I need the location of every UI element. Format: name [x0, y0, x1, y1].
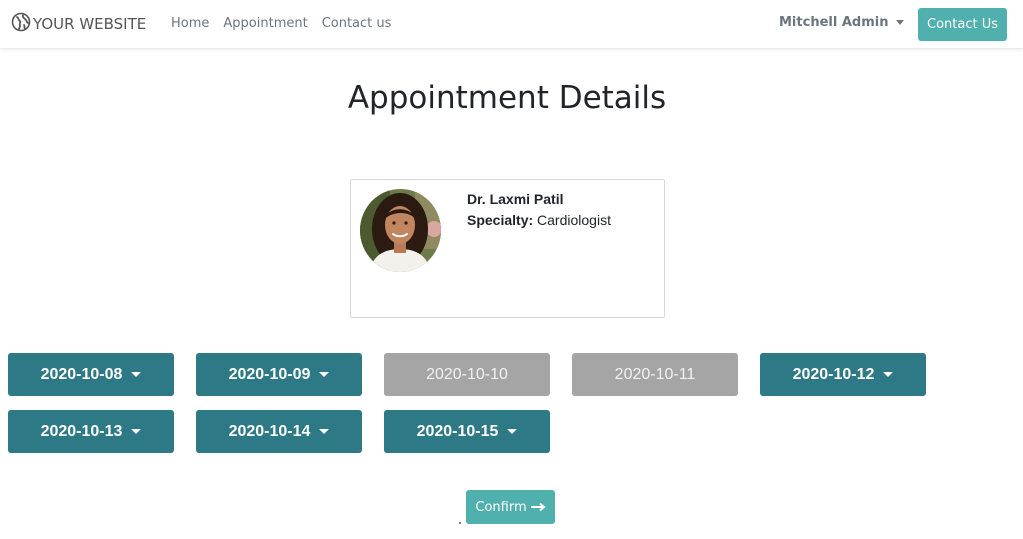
date-label: 2020-10-08: [40, 365, 123, 383]
date-label: 2020-10-09: [228, 365, 311, 383]
date-button-2020-10-13[interactable]: 2020-10-13: [8, 410, 174, 453]
arrow-right-icon: [530, 502, 546, 512]
top-navbar: YOUR WEBSITE Home Appointment Contact us…: [0, 0, 1023, 49]
date-label: 2020-10-15: [416, 422, 499, 440]
caret-down-icon: [131, 372, 142, 377]
brand-logo[interactable]: YOUR WEBSITE: [11, 12, 147, 36]
caret-down-icon: [896, 20, 905, 25]
user-name: Mitchell Admin: [779, 15, 889, 30]
caret-down-icon: [131, 429, 142, 434]
doctor-card: Dr. Laxmi Patil Specialty: Cardiologist: [350, 179, 665, 318]
nav-link-appointment[interactable]: Appointment: [223, 15, 307, 33]
date-label: 2020-10-13: [40, 422, 123, 440]
confirm-label: Confirm: [475, 499, 527, 515]
specialty-label: Specialty:: [467, 212, 534, 228]
contact-us-button[interactable]: Contact Us: [918, 8, 1007, 41]
doctor-avatar: [360, 189, 441, 272]
caret-down-icon: [883, 372, 894, 377]
globe-icon: [11, 12, 31, 36]
doctor-name: Dr. Laxmi Patil: [467, 191, 564, 207]
doctor-specialty: Specialty: Cardiologist: [467, 212, 611, 228]
caret-down-icon: [319, 372, 330, 377]
date-label: 2020-10-14: [228, 422, 311, 440]
date-button-2020-10-12[interactable]: 2020-10-12: [760, 353, 926, 396]
date-button-2020-10-10: 2020-10-10: [384, 353, 550, 396]
nav-links: Home Appointment Contact us: [171, 15, 405, 33]
date-button-2020-10-11: 2020-10-11: [572, 353, 738, 396]
nav-link-contact[interactable]: Contact us: [322, 15, 392, 33]
date-button-2020-10-14[interactable]: 2020-10-14: [196, 410, 362, 453]
confirm-button[interactable]: Confirm: [466, 490, 555, 524]
specialty-value: Cardiologist: [537, 212, 611, 228]
nav-link-home[interactable]: Home: [171, 15, 209, 33]
stray-dot: [459, 522, 461, 524]
date-label: 2020-10-11: [614, 365, 696, 383]
date-label: 2020-10-12: [792, 365, 875, 383]
date-label: 2020-10-10: [426, 365, 508, 383]
brand-text: YOUR WEBSITE: [33, 15, 147, 33]
caret-down-icon: [319, 429, 330, 434]
date-button-2020-10-08[interactable]: 2020-10-08: [8, 353, 174, 396]
user-menu-dropdown[interactable]: Mitchell Admin: [779, 15, 905, 30]
caret-down-icon: [507, 429, 518, 434]
date-button-2020-10-15[interactable]: 2020-10-15: [384, 410, 550, 453]
page-title: Appointment Details: [347, 80, 667, 116]
date-button-2020-10-09[interactable]: 2020-10-09: [196, 353, 362, 396]
